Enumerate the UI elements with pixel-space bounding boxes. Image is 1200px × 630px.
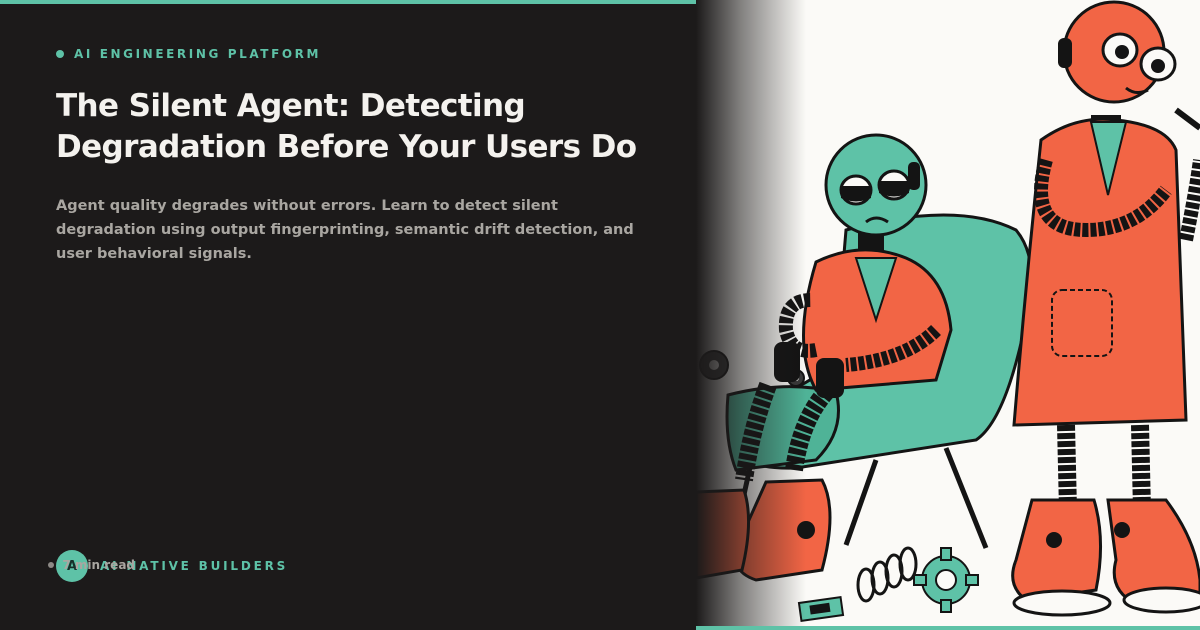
bottom-accent-bar: [696, 626, 1200, 630]
kicker-dot-icon: [56, 50, 64, 58]
page-title: The Silent Agent: Detecting Degradation …: [56, 88, 637, 165]
illustration-fade: [696, 0, 806, 630]
top-accent-bar: [0, 0, 696, 4]
read-time-label: 7 min read: [62, 558, 135, 572]
text-panel: AI ENGINEERING PLATFORM The Silent Agent…: [0, 0, 696, 630]
article-summary: Agent quality degrades without errors. L…: [56, 198, 634, 262]
category-kicker: AI ENGINEERING PLATFORM: [56, 47, 321, 61]
dot-icon: [48, 562, 55, 568]
read-time: 7 min read: [48, 558, 135, 572]
category-label: AI ENGINEERING PLATFORM: [74, 47, 322, 61]
